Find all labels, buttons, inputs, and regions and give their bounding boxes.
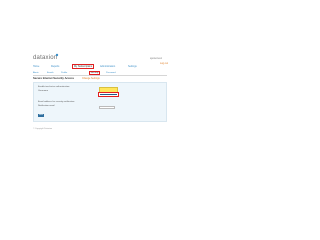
app-logo[interactable]: dataxion [33,55,57,61]
subnav-item-profile[interactable]: Profile [61,72,67,74]
nav-item-administration[interactable]: Administration [100,65,115,68]
subnav-item-alerts[interactable]: Alerts [33,72,39,74]
save-button[interactable]: Save [38,114,44,117]
sub-nav: Alerts Emails Profile Security Password [33,70,167,76]
username-label: Username [38,90,49,92]
nav-item-settings[interactable]: Settings [128,65,137,68]
notification-email-label: Notification email [38,105,55,107]
user-name: ajusterlevel [150,57,163,60]
page-title: Secure Internet Security Access [33,77,74,80]
change-settings-link[interactable]: Change Settings [82,77,100,80]
nav-item-my-subscriptions[interactable]: My Subscriptions [71,64,95,69]
subnav-item-emails[interactable]: Emails [47,72,54,74]
notification-email-input[interactable] [99,106,115,109]
subnav-item-security[interactable]: Security [89,70,100,75]
username-input[interactable] [100,93,117,96]
subnav-item-password[interactable]: Password [106,72,116,74]
security-email-label: Email address for security notification: [38,101,75,103]
two-factor-label: Enable two-factor authentication: [38,86,70,88]
nav-item-home[interactable]: Home [33,65,39,68]
nav-item-reports[interactable]: Reports [51,65,59,68]
footer-copyright: © Copyright Dataxion [33,128,53,130]
logo-mark-icon [55,53,59,57]
